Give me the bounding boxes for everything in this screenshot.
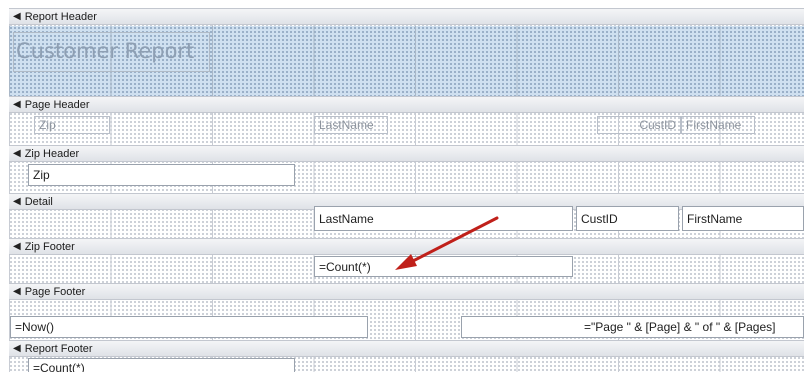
lastname-field[interactable]: LastName [314,206,573,231]
section-label: Detail [24,195,53,208]
zip-group-field[interactable]: Zip [28,164,295,186]
group-count-field[interactable]: =Count(*) [314,256,573,277]
collapse-arrow-icon: ◀ [13,196,21,207]
section-bar-page-footer[interactable]: ◀ Page Footer [9,283,804,300]
custid-column-label[interactable]: CustID [597,116,681,134]
report-header-band[interactable]: Customer Report [9,26,804,96]
collapse-arrow-icon: ◀ [13,241,21,252]
collapse-arrow-icon: ◀ [13,343,21,354]
collapse-arrow-icon: ◀ [13,148,21,159]
section-bar-report-footer[interactable]: ◀ Report Footer [9,340,804,357]
collapse-arrow-icon: ◀ [13,99,21,110]
collapse-arrow-icon: ◀ [13,286,21,297]
section-label: Zip Footer [24,240,75,253]
section-bar-report-header[interactable]: ◀ Report Header [9,8,804,25]
section-label: Page Footer [24,285,86,298]
section-label: Zip Header [24,147,80,160]
section-bar-page-header[interactable]: ◀ Page Header [9,96,804,113]
now-date-field[interactable]: =Now() [10,316,368,338]
custid-field[interactable]: CustID [576,206,679,231]
section-label: Report Footer [24,342,93,355]
firstname-column-label[interactable]: FirstName [681,116,755,134]
firstname-field[interactable]: FirstName [682,206,804,231]
page-number-field[interactable]: ="Page " & [Page] & " of " & [Pages] [461,316,804,338]
section-bar-zip-header[interactable]: ◀ Zip Header [9,145,804,162]
report-count-field[interactable]: =Count(*) [28,358,295,372]
zip-column-label[interactable]: Zip [34,116,110,134]
section-bar-zip-footer[interactable]: ◀ Zip Footer [9,238,804,255]
report-title-label[interactable]: Customer Report [13,32,210,72]
lastname-column-label[interactable]: LastName [314,116,388,134]
collapse-arrow-icon: ◀ [13,11,21,22]
report-design-canvas[interactable]: ◀ Report Header Customer Report ◀ Page H… [9,8,804,372]
section-label: Page Header [24,98,90,111]
section-label: Report Header [24,10,97,23]
